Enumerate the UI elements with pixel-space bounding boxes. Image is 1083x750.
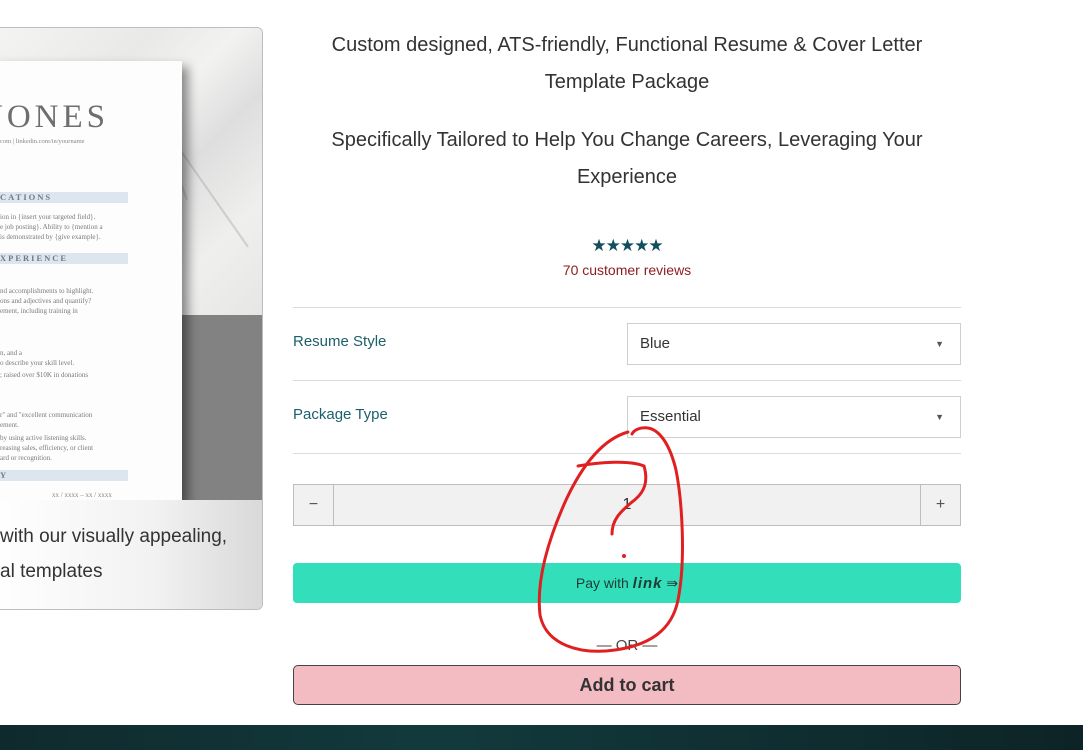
quantity-input[interactable]: 1 <box>334 485 920 525</box>
resume-line: reasing sales, efficiency, or client <box>0 444 94 452</box>
resume-date: xx / xxxx – xx / xxxx <box>52 491 112 499</box>
divider <box>293 307 961 308</box>
caption-line: with our visually appealing, <box>0 526 228 547</box>
add-to-cart-button[interactable]: Add to cart <box>293 665 961 705</box>
package-type-select[interactable]: Essential ▼ <box>627 396 961 438</box>
resume-line: ard or recognition. <box>0 454 52 462</box>
resume-line: by using active listening skills. <box>0 434 87 442</box>
product-subtitle-line: Specifically Tailored to Help You Change… <box>331 129 923 151</box>
quantity-increase-button[interactable]: + <box>920 485 960 525</box>
product-title-line: Custom designed, ATS-friendly, Functiona… <box>331 34 923 56</box>
resume-line: e job posting}. Ability to {mention a <box>0 223 103 231</box>
resume-contact: com | linkedin.com/in/yourname <box>0 138 85 145</box>
star-icon: ★★★★★ <box>591 236 663 255</box>
star-rating[interactable]: ★★★★★ <box>293 236 961 256</box>
resume-line: ; raised over $10K in donations <box>0 371 89 379</box>
resume-style-value: Blue <box>640 335 671 352</box>
resume-line: n, and a <box>0 349 22 357</box>
resume-name: JONES <box>0 99 110 135</box>
footer-bar <box>0 725 1083 750</box>
resume-line: ement. <box>0 421 19 429</box>
resume-line: o describe your skill level. <box>0 359 75 367</box>
resume-line: ons and adjectives and quantify? <box>0 297 92 305</box>
resume-style-select[interactable]: Blue ▼ <box>627 323 961 365</box>
resume-line: is demonstrated by {give example}. <box>0 233 101 241</box>
product-subtitle-line: Experience <box>576 166 678 188</box>
resume-line: nd accomplishments to highlight. <box>0 287 94 295</box>
pay-with-link-button[interactable]: Pay with link ⇛ <box>293 563 961 603</box>
divider <box>293 380 961 381</box>
caption-line: al templates <box>0 561 103 582</box>
resume-line: r" and "excellent communication <box>0 411 93 419</box>
image-caption: with our visually appealing, al template… <box>0 500 262 609</box>
package-type-value: Essential <box>640 408 701 425</box>
arrow-icon: ⇛ <box>666 575 679 591</box>
quantity-stepper: − 1 + <box>293 484 961 526</box>
reviews-link[interactable]: 70 customer reviews <box>293 262 961 278</box>
resume-line: ion in {insert your targeted field}. <box>0 213 96 221</box>
package-type-label: Package Type <box>293 406 388 423</box>
or-separator: — OR — <box>596 637 658 654</box>
quantity-decrease-button[interactable]: − <box>294 485 334 525</box>
resume-section-experience: XPERIENCE <box>0 253 128 264</box>
product-title-line: Template Package <box>544 71 710 93</box>
resume-line: ement, including training in <box>0 307 78 315</box>
resume-style-label: Resume Style <box>293 333 387 350</box>
divider <box>293 453 961 454</box>
resume-preview: JONES com | linkedin.com/in/yourname CAT… <box>0 61 182 501</box>
pay-with-label: Pay with <box>575 575 629 591</box>
link-logo: link <box>632 575 663 592</box>
product-image-card[interactable]: JONES com | linkedin.com/in/yourname CAT… <box>0 27 263 610</box>
resume-section-summary: Y <box>0 470 128 481</box>
resume-section-qualifications: CATIONS <box>0 192 128 203</box>
chevron-down-icon: ▼ <box>935 339 944 349</box>
chevron-down-icon: ▼ <box>935 412 944 422</box>
